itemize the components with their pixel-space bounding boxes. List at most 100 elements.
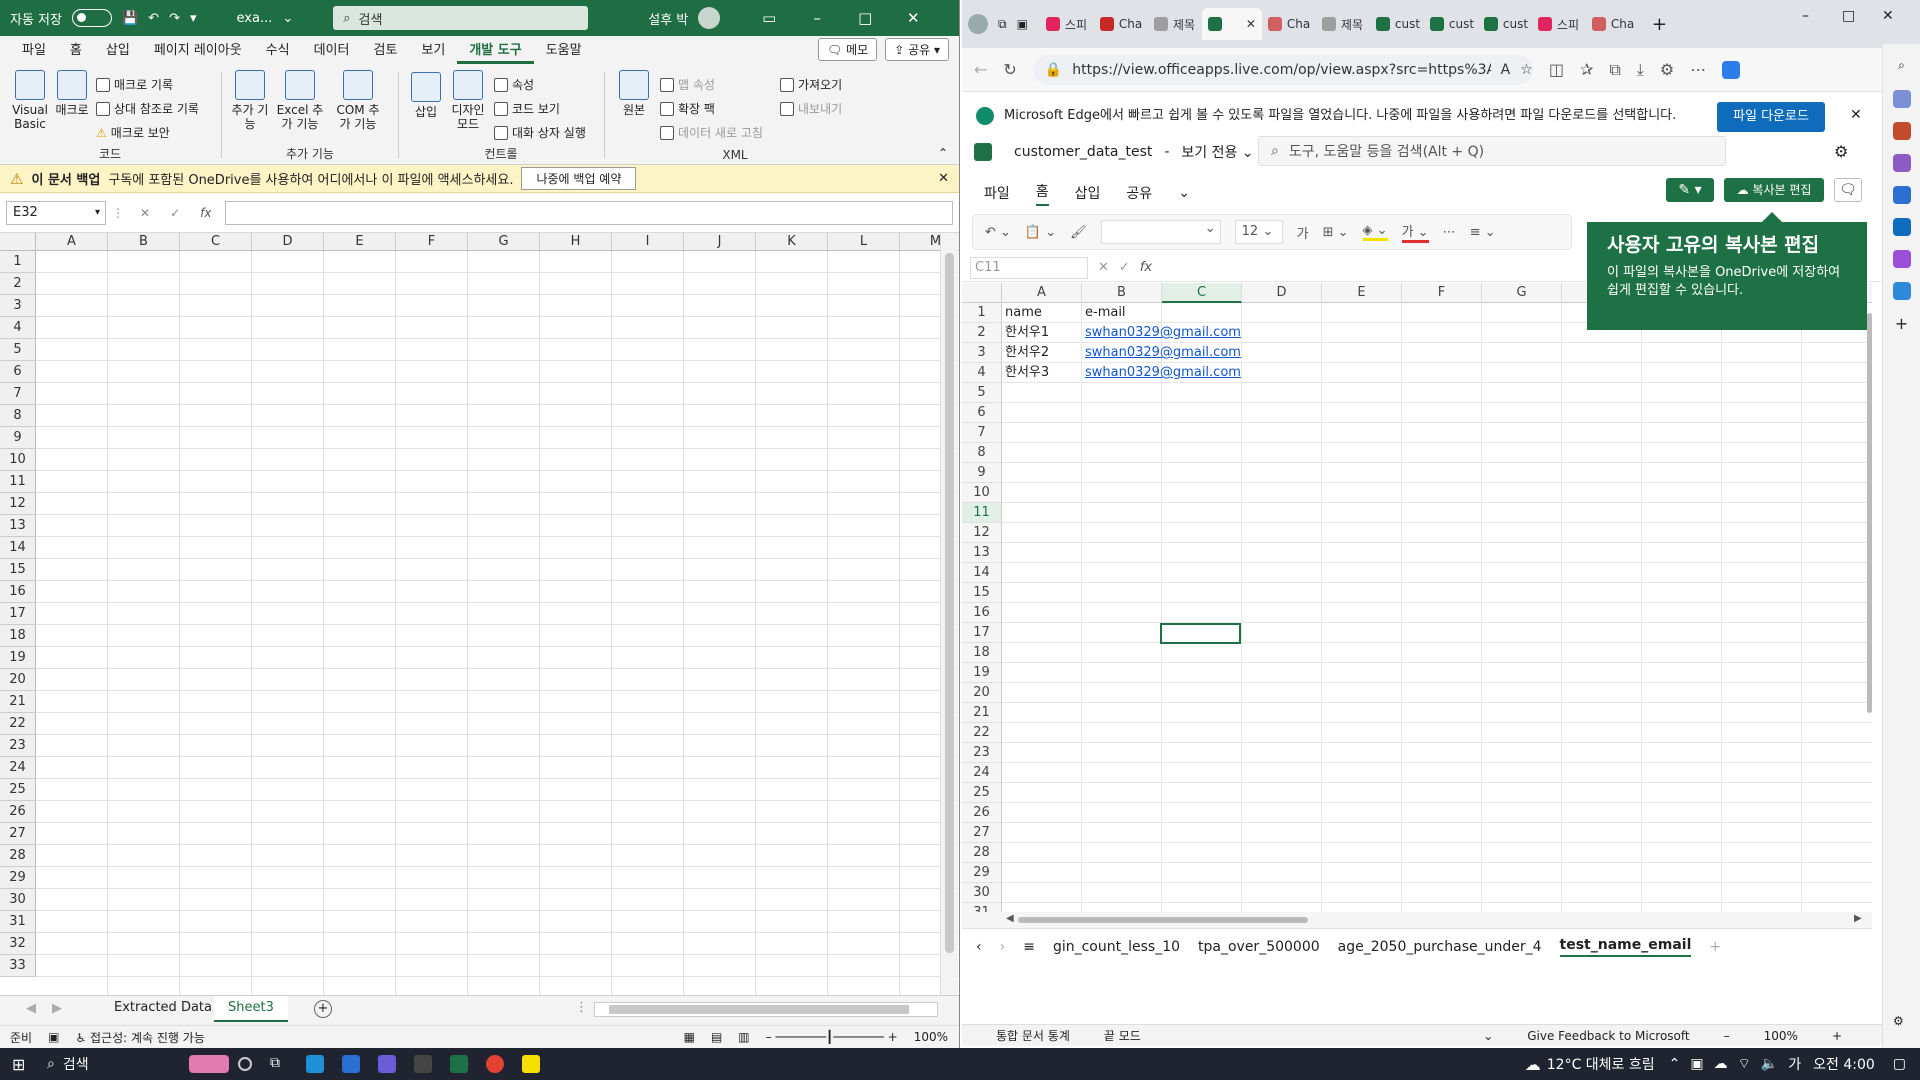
row-header[interactable]: 25 (0, 779, 36, 801)
notification-icon[interactable]: ▢ (1893, 1056, 1906, 1072)
network-icon[interactable]: ⌔ (1738, 1055, 1751, 1073)
com-addins-button[interactable]: COM 추가 기능 (332, 70, 384, 131)
column-header[interactable]: B (1082, 283, 1162, 303)
row-header[interactable]: 22 (962, 723, 1002, 743)
column-header[interactable]: H (540, 233, 612, 251)
row-header[interactable]: 1 (962, 303, 1002, 323)
close-icon[interactable]: ✕ (1882, 8, 1894, 24)
align-icon[interactable]: ≡ ⌄ (1470, 225, 1496, 240)
refresh-data-button[interactable]: 데이터 새로 고침 (660, 124, 763, 141)
row-header[interactable]: 24 (962, 763, 1002, 783)
clock[interactable]: 오전 4:00 (1813, 1054, 1875, 1074)
column-header[interactable]: E (1322, 283, 1402, 303)
row-header[interactable]: 6 (0, 361, 36, 383)
zoom-level[interactable]: 100% (914, 1030, 948, 1044)
gear-icon[interactable]: ⚙ (1834, 142, 1848, 161)
back-icon[interactable]: ← (974, 60, 987, 79)
insert-control-button[interactable]: 삽입 (406, 72, 446, 119)
avatar[interactable] (698, 7, 721, 29)
undo-icon[interactable]: ↶ (148, 11, 159, 26)
export-button[interactable]: 내보내기 (780, 100, 842, 117)
drop-icon[interactable] (1892, 250, 1911, 268)
row-header[interactable]: 18 (0, 625, 36, 647)
row-header[interactable]: 10 (962, 483, 1002, 503)
row-header[interactable]: 29 (962, 863, 1002, 883)
import-button[interactable]: 가져오기 (780, 76, 842, 93)
fill-color-icon[interactable]: ◈ ⌄ (1362, 223, 1388, 241)
undo-icon[interactable]: ↶ ⌄ (985, 225, 1011, 240)
minimize-icon[interactable]: – (1802, 8, 1809, 24)
copilot-icon[interactable] (1722, 60, 1741, 79)
row-header[interactable]: 9 (0, 427, 36, 449)
menu-insert[interactable]: 삽입 (1075, 183, 1101, 203)
row-header[interactable]: 1 (0, 251, 36, 273)
kakaotalk-taskbar-icon[interactable] (522, 1055, 540, 1073)
row-header[interactable]: 9 (962, 463, 1002, 483)
tools-icon[interactable] (1892, 122, 1911, 140)
menu-review[interactable]: 검토 (361, 39, 409, 64)
column-header[interactable]: A (1002, 283, 1082, 303)
url-bar[interactable]: 🔒 https://view.officeapps.live.com/op/vi… (1032, 54, 1533, 85)
column-header[interactable]: E (324, 233, 396, 251)
store-taskbar-icon[interactable] (414, 1055, 432, 1073)
row-header[interactable]: 21 (0, 691, 36, 713)
cancel-icon[interactable]: ✕ (140, 206, 150, 220)
menu-insert[interactable]: 삽입 (94, 39, 142, 64)
row-header[interactable]: 13 (0, 515, 36, 537)
row-header[interactable]: 4 (0, 317, 36, 339)
favorite-star-icon[interactable]: ☆ (1520, 62, 1533, 78)
row-header[interactable]: 30 (962, 883, 1002, 903)
format-painter-icon[interactable]: 🖌 (1070, 225, 1087, 240)
row-header[interactable]: 16 (962, 603, 1002, 623)
url-text[interactable]: https://view.officeapps.live.com/op/view… (1072, 62, 1490, 78)
edit-copy-button[interactable]: ☁ 복사본 편집 (1724, 178, 1824, 202)
m365-icon[interactable] (1892, 186, 1911, 204)
menu-help[interactable]: 도움말 (534, 39, 594, 64)
name-box[interactable]: E32 ▾ (6, 200, 106, 225)
weather-text[interactable]: 12°C 대체로 흐림 (1547, 1054, 1655, 1074)
column-header[interactable]: F (396, 233, 468, 251)
column-header[interactable]: L (828, 233, 900, 251)
macro-security-button[interactable]: ⚠ 매크로 보안 (96, 124, 170, 141)
row-header[interactable]: 17 (962, 623, 1002, 643)
column-header[interactable]: A (36, 233, 108, 251)
send-icon[interactable] (1892, 282, 1911, 300)
browser-tab[interactable]: Cha (1094, 8, 1148, 40)
row-header[interactable]: 8 (0, 405, 36, 427)
zoom-out-icon[interactable]: – (1724, 1029, 1730, 1043)
extensions-icon[interactable]: ⚙ (1660, 60, 1674, 79)
maximize-icon[interactable]: □ (1842, 8, 1855, 24)
vertical-scrollbar[interactable] (1867, 313, 1872, 713)
menu-file[interactable]: 파일 (984, 183, 1010, 203)
games-icon[interactable] (1892, 154, 1911, 172)
cortana-icon[interactable] (238, 1057, 252, 1071)
menu-formulas[interactable]: 수식 (254, 39, 302, 64)
name-box[interactable]: C11 (970, 256, 1088, 279)
customize-icon[interactable]: ▾ (190, 11, 197, 26)
row-header[interactable]: 17 (0, 603, 36, 625)
maximize-icon[interactable]: □ (846, 9, 884, 27)
prev-sheet-icon[interactable]: ‹ (976, 939, 982, 955)
name-cell[interactable]: 한서우1 (1002, 323, 1082, 343)
file-name[interactable]: exa... (237, 11, 273, 26)
volume-icon[interactable]: 🔈 (1761, 1056, 1778, 1072)
row-header[interactable]: 24 (0, 757, 36, 779)
split-screen-icon[interactable]: ◫ (1549, 60, 1564, 79)
edge-taskbar-icon[interactable] (306, 1055, 324, 1073)
name-cell[interactable]: 한서우3 (1002, 363, 1082, 383)
xml-source-button[interactable]: 원본 (614, 70, 654, 117)
clipboard-icon[interactable]: 📋 ⌄ (1025, 225, 1056, 240)
excel-taskbar-icon[interactable] (450, 1055, 468, 1073)
sheet-tab-extracted-data[interactable]: Extracted Data (100, 996, 226, 1022)
row-header[interactable]: 16 (0, 581, 36, 603)
row-header[interactable]: 2 (962, 323, 1002, 343)
name-cell[interactable]: e-mail (1082, 303, 1162, 323)
search-box[interactable]: ⌕ 도구, 도움말 등을 검색(Alt + Q) (1258, 136, 1726, 166)
task-view-icon[interactable]: ⧉ (270, 1055, 288, 1073)
row-header[interactable]: 23 (962, 743, 1002, 763)
expansion-packs-button[interactable]: 확장 팩 (660, 100, 715, 117)
name-cell[interactable]: 한서우2 (1002, 343, 1082, 363)
bold-icon[interactable]: 가 (1297, 223, 1309, 242)
schedule-backup-button[interactable]: 나중에 백업 예약 (521, 167, 637, 190)
relative-ref-button[interactable]: 상대 참조로 기록 (96, 100, 199, 117)
